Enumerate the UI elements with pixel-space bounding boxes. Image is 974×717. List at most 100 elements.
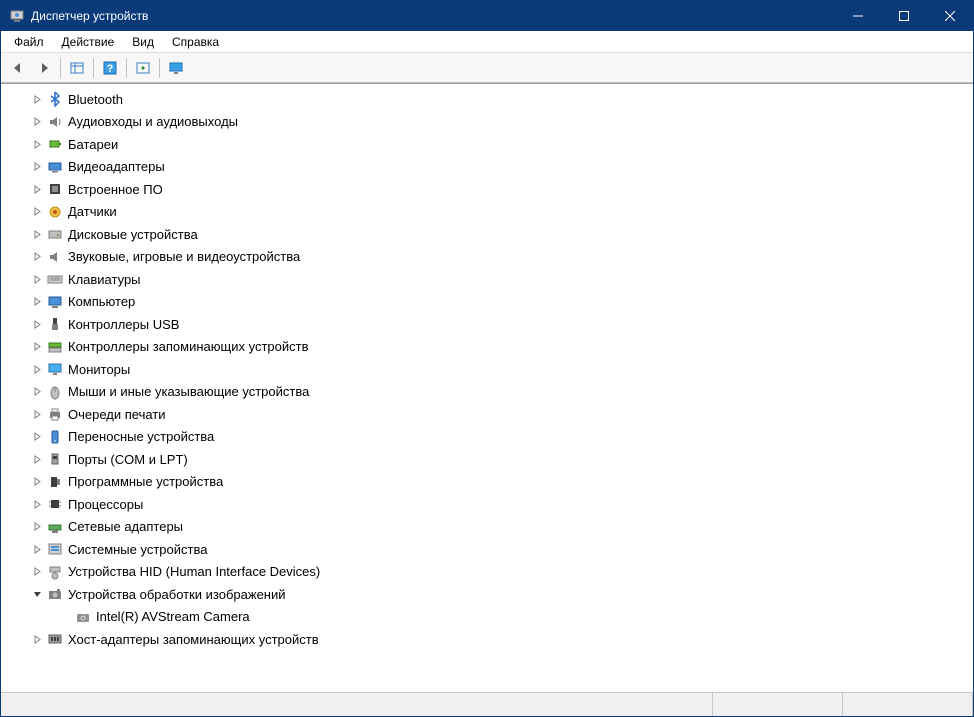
expand-icon[interactable] <box>29 226 45 242</box>
titlebar: Диспетчер устройств <box>1 1 973 31</box>
tree-item-label: Дисковые устройства <box>68 227 198 242</box>
tree-item-sensor[interactable]: Датчики <box>5 201 973 224</box>
expand-icon[interactable] <box>29 384 45 400</box>
expand-icon[interactable] <box>29 316 45 332</box>
tree-item-host-adapter[interactable]: Хост-адаптеры запоминающих устройств <box>5 628 973 651</box>
tree-item-label: Контроллеры запоминающих устройств <box>68 339 308 354</box>
tree-child-label: Intel(R) AVStream Camera <box>96 609 250 624</box>
collapse-icon[interactable] <box>29 586 45 602</box>
expand-icon[interactable] <box>29 631 45 647</box>
tree-item-network[interactable]: Сетевые адаптеры <box>5 516 973 539</box>
expand-icon[interactable] <box>29 271 45 287</box>
expand-icon[interactable] <box>29 541 45 557</box>
tree-item-software[interactable]: Программные устройства <box>5 471 973 494</box>
menubar: Файл Действие Вид Справка <box>1 31 973 53</box>
expand-icon[interactable] <box>29 181 45 197</box>
expand-icon[interactable] <box>29 204 45 220</box>
status-cell <box>843 693 973 716</box>
app-icon <box>9 8 25 24</box>
menu-action[interactable]: Действие <box>53 33 124 51</box>
portable-icon <box>47 429 63 445</box>
tree-item-print-queue[interactable]: Очереди печати <box>5 403 973 426</box>
expand-icon[interactable] <box>29 294 45 310</box>
expand-icon[interactable] <box>29 339 45 355</box>
status-cell <box>1 693 713 716</box>
statusbar <box>1 692 973 716</box>
maximize-button[interactable] <box>881 1 927 31</box>
sound-icon <box>47 249 63 265</box>
tree-item-sound[interactable]: Звуковые, игровые и видеоустройства <box>5 246 973 269</box>
tree-item-label: Устройства HID (Human Interface Devices) <box>68 564 320 579</box>
tree-item-label: Звуковые, игровые и видеоустройства <box>68 249 300 264</box>
menu-file[interactable]: Файл <box>5 33 53 51</box>
expand-icon[interactable] <box>29 496 45 512</box>
expand-icon[interactable] <box>29 564 45 580</box>
tree-item-hid[interactable]: Устройства HID (Human Interface Devices) <box>5 561 973 584</box>
tree-item-port[interactable]: Порты (COM и LPT) <box>5 448 973 471</box>
tree-item-system[interactable]: Системные устройства <box>5 538 973 561</box>
expand-icon[interactable] <box>29 249 45 265</box>
tree-item-cpu[interactable]: Процессоры <box>5 493 973 516</box>
menu-help[interactable]: Справка <box>163 33 228 51</box>
toolbar-separator <box>60 58 61 78</box>
tree-item-label: Батареи <box>68 137 118 152</box>
expand-icon[interactable] <box>29 429 45 445</box>
tree-item-imaging[interactable]: Устройства обработки изображений <box>5 583 973 606</box>
tree-item-label: Аудиовходы и аудиовыходы <box>68 114 238 129</box>
tree-item-disk[interactable]: Дисковые устройства <box>5 223 973 246</box>
tree-item-audio[interactable]: Аудиовходы и аудиовыходы <box>5 111 973 134</box>
show-hide-tree-button[interactable] <box>65 56 89 80</box>
monitor-button[interactable] <box>164 56 188 80</box>
tree-item-label: Bluetooth <box>68 92 123 107</box>
minimize-button[interactable] <box>835 1 881 31</box>
forward-button[interactable] <box>32 56 56 80</box>
usb-icon <box>47 316 63 332</box>
tree-item-display-adapter[interactable]: Видеоадаптеры <box>5 156 973 179</box>
tree-item-bluetooth[interactable]: Bluetooth <box>5 88 973 111</box>
keyboard-icon <box>47 271 63 287</box>
camera-icon <box>75 609 91 625</box>
tree-item-label: Переносные устройства <box>68 429 214 444</box>
back-button[interactable] <box>6 56 30 80</box>
tree-item-label: Порты (COM и LPT) <box>68 452 188 467</box>
tree-child-item[interactable]: Intel(R) AVStream Camera <box>5 606 973 629</box>
tree-item-label: Видеоадаптеры <box>68 159 165 174</box>
tree-item-label: Мыши и иные указывающие устройства <box>68 384 309 399</box>
host-adapter-icon <box>47 631 63 647</box>
expand-icon[interactable] <box>29 159 45 175</box>
sensor-icon <box>47 204 63 220</box>
help-button[interactable]: ? <box>98 56 122 80</box>
tree-item-battery[interactable]: Батареи <box>5 133 973 156</box>
scan-hardware-button[interactable] <box>131 56 155 80</box>
expand-icon[interactable] <box>29 451 45 467</box>
firmware-icon <box>47 181 63 197</box>
tree-item-monitor[interactable]: Мониторы <box>5 358 973 381</box>
expand-icon[interactable] <box>29 519 45 535</box>
tree-item-storage-ctrl[interactable]: Контроллеры запоминающих устройств <box>5 336 973 359</box>
device-tree[interactable]: Bluetooth Аудиовходы и аудиовыходы Батареи… <box>1 84 973 692</box>
audio-icon <box>47 114 63 130</box>
tree-item-label: Встроенное ПО <box>68 182 163 197</box>
bluetooth-icon <box>47 91 63 107</box>
tree-item-portable[interactable]: Переносные устройства <box>5 426 973 449</box>
tree-item-usb[interactable]: Контроллеры USB <box>5 313 973 336</box>
tree-item-keyboard[interactable]: Клавиатуры <box>5 268 973 291</box>
tree-item-label: Хост-адаптеры запоминающих устройств <box>68 632 319 647</box>
tree-item-firmware[interactable]: Встроенное ПО <box>5 178 973 201</box>
tree-item-mouse[interactable]: Мыши и иные указывающие устройства <box>5 381 973 404</box>
tree-item-label: Устройства обработки изображений <box>68 587 286 602</box>
tree-item-computer[interactable]: Компьютер <box>5 291 973 314</box>
expand-icon[interactable] <box>29 91 45 107</box>
software-icon <box>47 474 63 490</box>
tree-item-label: Программные устройства <box>68 474 223 489</box>
monitor-icon <box>47 361 63 377</box>
expand-icon[interactable] <box>29 474 45 490</box>
expand-icon[interactable] <box>29 406 45 422</box>
expand-icon[interactable] <box>29 361 45 377</box>
print-queue-icon <box>47 406 63 422</box>
toolbar-separator <box>159 58 160 78</box>
menu-view[interactable]: Вид <box>123 33 163 51</box>
close-button[interactable] <box>927 1 973 31</box>
expand-icon[interactable] <box>29 114 45 130</box>
expand-icon[interactable] <box>29 136 45 152</box>
